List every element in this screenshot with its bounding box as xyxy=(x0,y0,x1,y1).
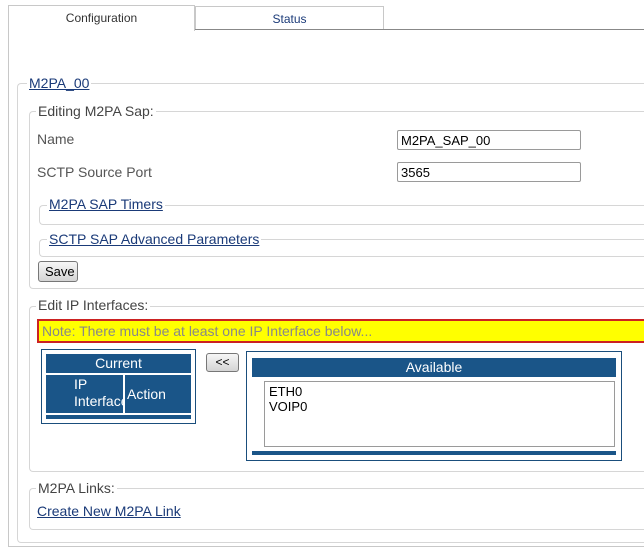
tab-configuration[interactable]: Configuration xyxy=(8,5,195,31)
add-interface-button[interactable]: << xyxy=(206,353,239,372)
available-title: Available xyxy=(252,358,616,377)
tab-status[interactable]: Status xyxy=(195,6,384,30)
ip-interface-column-header: IP Interface xyxy=(46,375,129,413)
available-footer-bar xyxy=(252,451,616,455)
sctp-sap-advanced-link[interactable]: SCTP SAP Advanced Parameters xyxy=(47,231,262,247)
save-button[interactable]: Save xyxy=(38,261,78,282)
ip-interfaces-legend: Edit IP Interfaces: xyxy=(36,297,151,313)
ip-interface-column-text: IP Interface xyxy=(74,376,129,409)
panel-bottom-border xyxy=(8,546,644,547)
panel-border xyxy=(8,29,9,547)
available-interfaces-panel: Available ETH0 VOIP0 xyxy=(246,351,622,461)
create-m2pa-link[interactable]: Create New M2PA Link xyxy=(37,503,181,519)
editing-sap-legend: Editing M2PA Sap: xyxy=(36,103,156,119)
m2pa-links-legend: M2PA Links: xyxy=(36,480,117,496)
action-column-header: Action xyxy=(125,375,191,413)
current-table-title: Current xyxy=(46,354,191,373)
ip-interface-note: Note: There must be at least one IP Inte… xyxy=(37,319,644,343)
available-interfaces-list[interactable]: ETH0 VOIP0 xyxy=(264,381,615,447)
tab-divider xyxy=(194,29,644,30)
port-label: SCTP Source Port xyxy=(37,164,152,180)
sctp-source-port-field[interactable] xyxy=(397,162,581,182)
current-table-footer-bar xyxy=(46,415,191,419)
name-field[interactable] xyxy=(397,130,581,150)
list-item[interactable]: VOIP0 xyxy=(269,399,610,414)
name-label: Name xyxy=(37,131,75,147)
sap-title-link[interactable]: M2PA_00 xyxy=(27,75,92,91)
m2pa-sap-timers-link[interactable]: M2PA SAP Timers xyxy=(47,196,165,212)
list-item[interactable]: ETH0 xyxy=(269,384,610,399)
current-interfaces-table: Current IP Interface Action xyxy=(41,349,196,424)
